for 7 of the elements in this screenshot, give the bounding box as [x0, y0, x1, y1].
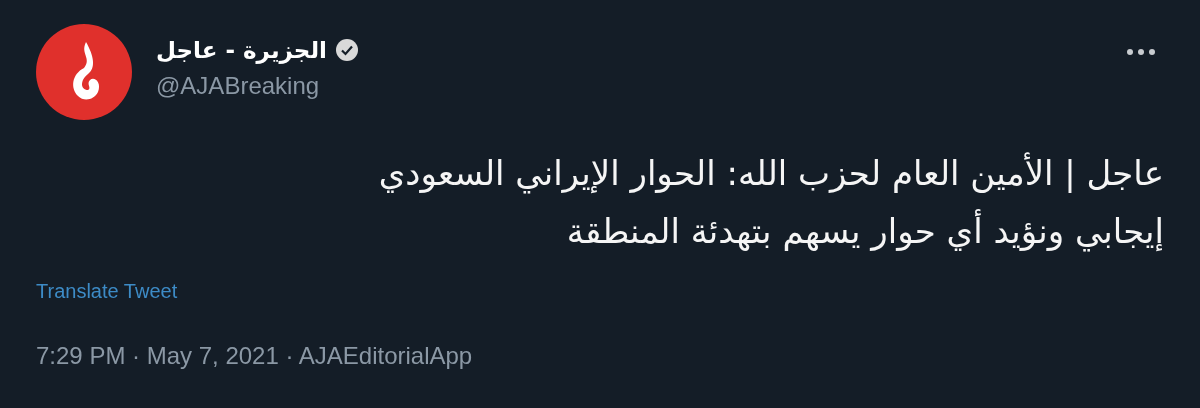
author-handle[interactable]: @AJABreaking — [156, 68, 359, 104]
more-options-icon[interactable] — [1126, 48, 1156, 56]
tweet-text: عاجل | الأمين العام لحزب الله: الحوار الإيراني السعودي إيجابي ونؤيد أي حوار يسهم بتهدئة المنطقة — [377, 151, 1164, 254]
translate-tweet-link[interactable]: Translate Tweet — [36, 276, 178, 306]
tweet-timestamp: 7:29 PM · May 7, 2021 · AJAEditorialApp — [36, 341, 474, 371]
logo-icon — [36, 24, 132, 120]
author-name[interactable]: الجزيرة - عاجل — [156, 36, 327, 64]
